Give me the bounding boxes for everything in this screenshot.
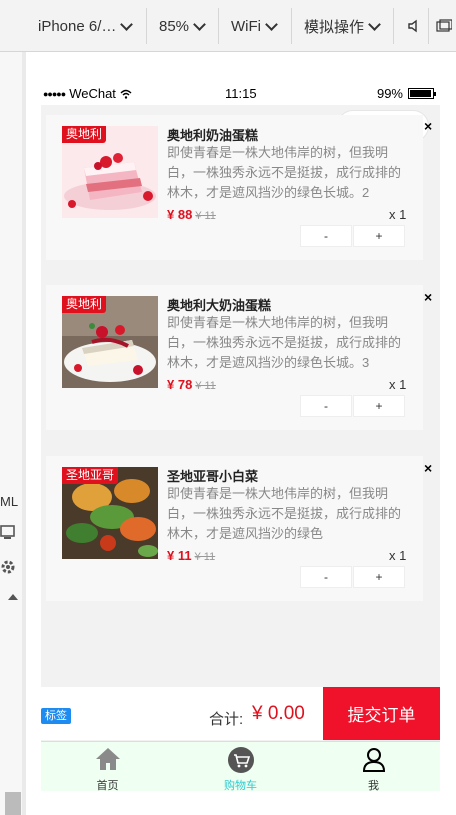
original-price: ¥ 11 xyxy=(194,551,216,563)
product-price: ¥ 88 ¥ 11 xyxy=(167,207,216,222)
toolbar-divider xyxy=(291,8,292,44)
original-price: ¥ 11 xyxy=(195,210,216,222)
current-price: ¥ 78 xyxy=(167,377,193,392)
battery-icon xyxy=(408,88,436,99)
gear-icon[interactable] xyxy=(0,558,18,576)
product-description: 即使青春是一株大地伟岸的树，但我明白，一株独秀永远不是挺拔，成行成排的林木，才是… xyxy=(167,145,402,200)
device-label: iPhone 6/… xyxy=(38,17,117,35)
device-select[interactable]: iPhone 6/… xyxy=(38,10,134,42)
side-panel-label: ML xyxy=(0,494,19,509)
origin-tag: 奥地利 xyxy=(62,126,107,143)
toolbar-divider xyxy=(428,8,429,44)
zoom-select[interactable]: 85% xyxy=(159,10,206,42)
status-right: 99% xyxy=(376,86,436,101)
phone-screen: ●●●●● WeChat 11:15 99% ●●● xyxy=(41,83,440,791)
product-description: 即使青春是一株大地伟岸的树，但我明白，一株独秀永远不是挺拔，成行成排的林木，才是… xyxy=(167,315,402,370)
side-panel-edge xyxy=(22,52,26,815)
signal-icon: ●●●●● xyxy=(43,88,66,99)
increase-button[interactable]: + xyxy=(353,566,405,588)
devtools-toolbar: iPhone 6/… 85% WiFi 模拟操作 xyxy=(0,0,456,52)
remove-item-close-icon[interactable]: × xyxy=(424,118,432,134)
user-icon xyxy=(362,748,386,772)
zoom-label: 85% xyxy=(159,17,190,35)
quantity: x 1 xyxy=(389,207,407,222)
decrease-button[interactable]: - xyxy=(300,395,352,417)
current-price: ¥ 88 xyxy=(167,207,193,222)
status-left: ●●●●● WeChat xyxy=(43,86,132,101)
product-description: 即使青春是一株大地伟岸的树，但我明白，一株独秀永远不是挺拔，成行成排的林木，才是… xyxy=(167,486,402,541)
tab-bar: 首页 购物车 我 xyxy=(41,741,440,791)
increase-button[interactable]: + xyxy=(353,225,405,247)
quantity: x 1 xyxy=(389,377,407,392)
battery-percent: 99% xyxy=(376,86,403,101)
cart-icon xyxy=(228,747,254,773)
status-bar: ●●●●● WeChat 11:15 99% xyxy=(41,83,440,105)
chevron-down-icon xyxy=(368,17,381,31)
tab-label: 我 xyxy=(368,780,379,791)
tab-cart[interactable]: 购物车 xyxy=(174,742,307,791)
product-title: 圣地亚哥小白菜 xyxy=(167,469,259,484)
total-value: ¥ 0.00 xyxy=(252,703,305,724)
product-price: ¥ 11 ¥ 11 xyxy=(167,548,215,563)
total-label: 合计: xyxy=(209,711,244,728)
cart-item: 奥地利 奥地利奶油蛋糕 即使青春是一株大地伟岸的树，但我明白，一株独秀永远不是挺… xyxy=(46,115,423,260)
submit-order-button[interactable]: 提交订单 xyxy=(323,687,440,740)
scrollbar-thumb[interactable] xyxy=(5,792,21,815)
tab-me[interactable]: 我 xyxy=(307,742,440,791)
toolbar-divider xyxy=(218,8,219,44)
product-title: 奥地利大奶油蛋糕 xyxy=(167,298,272,313)
volume-button[interactable] xyxy=(408,10,420,42)
speaker-icon xyxy=(408,19,417,33)
remove-item-close-icon[interactable]: × xyxy=(424,289,432,305)
simulate-label: 模拟操作 xyxy=(304,18,365,36)
tab-label: 首页 xyxy=(96,780,119,791)
scroll-up-arrow-icon[interactable] xyxy=(8,594,18,600)
label-badge: 标签 xyxy=(41,708,71,724)
chevron-down-icon xyxy=(193,17,206,31)
tab-home[interactable]: 首页 xyxy=(41,742,174,791)
chevron-down-icon xyxy=(265,17,278,31)
original-price: ¥ 11 xyxy=(195,380,216,392)
origin-tag: 圣地亚哥 xyxy=(62,467,119,484)
simulate-select[interactable]: 模拟操作 xyxy=(304,10,381,42)
quantity: x 1 xyxy=(389,548,407,563)
home-icon xyxy=(96,748,120,770)
window-button[interactable] xyxy=(436,10,452,42)
decrease-button[interactable]: - xyxy=(300,225,352,247)
increase-button[interactable]: + xyxy=(353,395,405,417)
network-select[interactable]: WiFi xyxy=(231,10,278,42)
device-icon[interactable] xyxy=(0,523,18,541)
window-icon xyxy=(436,19,452,32)
wifi-icon xyxy=(120,89,132,99)
cart-item: 圣地亚哥 圣地亚哥小白菜 即使青春是一株大地伟岸的树，但我明白，一株独秀永远不是… xyxy=(46,456,423,601)
carrier-label: WeChat xyxy=(69,86,116,101)
checkout-bar: 标签 合计: ¥ 0.00 提交订单 xyxy=(41,687,440,740)
current-price: ¥ 11 xyxy=(167,548,192,563)
product-price: ¥ 78 ¥ 11 xyxy=(167,377,216,392)
origin-tag: 奥地利 xyxy=(62,296,107,313)
toolbar-divider xyxy=(146,8,147,44)
remove-item-close-icon[interactable]: × xyxy=(424,460,432,476)
decrease-button[interactable]: - xyxy=(300,566,352,588)
product-title: 奥地利奶油蛋糕 xyxy=(167,128,259,143)
network-label: WiFi xyxy=(231,17,261,35)
cart-item: 奥地利 奥地利大奶油蛋糕 即使青春是一株大地伟岸的树，但我明白，一株独秀永远不是… xyxy=(46,285,423,430)
status-time: 11:15 xyxy=(225,86,257,101)
toolbar-divider xyxy=(393,8,394,44)
chevron-down-icon xyxy=(120,17,134,31)
tab-label: 购物车 xyxy=(224,780,257,791)
